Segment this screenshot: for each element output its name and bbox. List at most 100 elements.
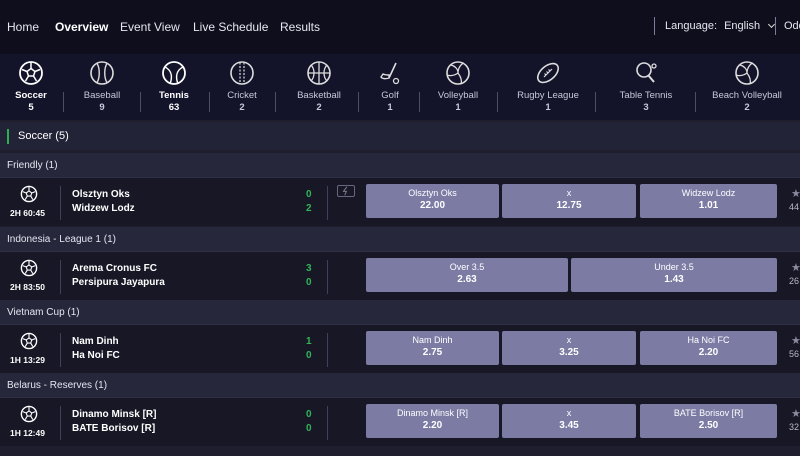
home-team[interactable]: Dinamo Minsk [R] bbox=[72, 409, 156, 420]
home-team[interactable]: Arema Cronus FC bbox=[72, 263, 157, 274]
favorite-star-icon[interactable]: ★ bbox=[791, 187, 800, 200]
nav-event-view[interactable]: Event View bbox=[120, 20, 180, 34]
match-row: 2H 83:50 Arema Cronus FC Persipura Jayap… bbox=[0, 251, 800, 300]
sport-tab-volleyball[interactable]: Volleyball 1 bbox=[433, 54, 483, 120]
odds-button[interactable]: Olsztyn Oks 22.00 bbox=[366, 184, 499, 218]
away-team[interactable]: Ha Noi FC bbox=[72, 350, 120, 361]
divider bbox=[60, 186, 61, 220]
odds-label: x bbox=[566, 188, 572, 198]
divider bbox=[497, 92, 498, 112]
league-name: Belarus - Reserves (1) bbox=[7, 380, 108, 391]
league-header[interactable]: Vietnam Cup (1) bbox=[0, 300, 800, 324]
live-stream-icon[interactable] bbox=[337, 185, 355, 197]
favorite-star-icon[interactable]: ★ bbox=[791, 261, 800, 274]
match-row: 1H 12:49 Dinamo Minsk [R] BATE Borisov [… bbox=[0, 397, 800, 446]
language-value: English bbox=[724, 20, 761, 32]
sport-tab-basketball[interactable]: Basketball 2 bbox=[294, 54, 344, 120]
sport-tab-golf[interactable]: Golf 1 bbox=[374, 54, 406, 120]
match-row: 2H 60:45 Olsztyn Oks Widzew Lodz 0 2 Ols… bbox=[0, 177, 800, 226]
sport-count: 1 bbox=[545, 102, 551, 113]
away-team[interactable]: Widzew Lodz bbox=[72, 203, 135, 214]
match-clock: 1H 13:29 bbox=[10, 355, 45, 365]
odds-label: Nam Dinh bbox=[412, 335, 453, 345]
odds-button[interactable]: Nam Dinh 2.75 bbox=[366, 331, 499, 365]
odds-button[interactable]: x 3.25 bbox=[502, 331, 636, 365]
more-markets-count[interactable]: 32 bbox=[789, 422, 799, 432]
odds-button[interactable]: BATE Borisov [R] 2.50 bbox=[640, 404, 777, 438]
sport-tab-soccer[interactable]: Soccer 5 bbox=[12, 54, 50, 120]
sport-count: 2 bbox=[239, 102, 245, 113]
odds-button[interactable]: Under 3.5 1.43 bbox=[571, 258, 777, 292]
nav-results[interactable]: Results bbox=[280, 20, 320, 34]
soccer-ball-icon bbox=[20, 405, 38, 423]
baseball-icon bbox=[90, 61, 114, 85]
beach-volleyball-icon bbox=[735, 61, 759, 85]
away-team[interactable]: Persipura Jayapura bbox=[72, 277, 165, 288]
rugby-ball-icon bbox=[536, 62, 560, 84]
sport-tab-beach-volleyball[interactable]: Beach Volleyball 2 bbox=[707, 54, 787, 120]
sport-name: Table Tennis bbox=[619, 90, 673, 101]
nav-divider bbox=[775, 17, 776, 35]
sport-tab-cricket[interactable]: Cricket 2 bbox=[222, 54, 262, 120]
league-header[interactable]: Friendly (1) bbox=[0, 153, 800, 177]
language-selector[interactable]: Language: English bbox=[665, 20, 776, 32]
cricket-ball-icon bbox=[230, 61, 254, 85]
odds-button[interactable]: x 12.75 bbox=[502, 184, 636, 218]
odds-button[interactable]: x 3.45 bbox=[502, 404, 636, 438]
volleyball-icon bbox=[446, 61, 470, 85]
divider bbox=[60, 260, 61, 294]
odds-label: Widzew Lodz bbox=[681, 188, 736, 198]
away-score: 0 bbox=[306, 350, 312, 361]
soccer-ball-icon bbox=[20, 185, 38, 203]
away-team[interactable]: BATE Borisov [R] bbox=[72, 423, 155, 434]
more-markets-count[interactable]: 56 bbox=[789, 349, 799, 359]
sport-count: 3 bbox=[643, 102, 649, 113]
league-header[interactable]: Indonesia - League 1 (1) bbox=[0, 227, 800, 251]
match-clock: 1H 12:49 bbox=[10, 428, 45, 438]
divider bbox=[63, 92, 64, 112]
odds-label: BATE Borisov [R] bbox=[673, 408, 744, 418]
nav-home[interactable]: Home bbox=[7, 20, 39, 34]
soccer-ball-icon bbox=[20, 259, 38, 277]
sport-count: 5 bbox=[28, 102, 34, 113]
odds-value: 1.01 bbox=[698, 200, 719, 211]
home-team[interactable]: Olsztyn Oks bbox=[72, 189, 130, 200]
more-markets-count[interactable]: 44 bbox=[789, 202, 799, 212]
language-label: Language: bbox=[665, 20, 717, 32]
sport-count: 63 bbox=[168, 102, 180, 113]
favorite-star-icon[interactable]: ★ bbox=[791, 407, 800, 420]
divider bbox=[327, 186, 328, 220]
sport-count: 9 bbox=[99, 102, 105, 113]
odds-value: 2.20 bbox=[698, 347, 719, 358]
sport-tab-rugby-league[interactable]: Rugby League 1 bbox=[515, 54, 581, 120]
sport-tab-table-tennis[interactable]: Table Tennis 3 bbox=[616, 54, 676, 120]
nav-overview[interactable]: Overview bbox=[55, 20, 108, 34]
section-header-soccer[interactable]: Soccer (5) bbox=[0, 122, 800, 150]
divider bbox=[209, 92, 210, 112]
odds-format-selector[interactable]: Odd bbox=[784, 20, 800, 32]
odds-value: 2.63 bbox=[457, 274, 477, 285]
odds-button[interactable]: Ha Noi FC 2.20 bbox=[640, 331, 777, 365]
league-header[interactable]: Belarus - Reserves (1) bbox=[0, 373, 800, 397]
divider bbox=[60, 406, 61, 440]
sport-name: Beach Volleyball bbox=[712, 90, 782, 101]
odds-button[interactable]: Over 3.5 2.63 bbox=[366, 258, 568, 292]
sport-tab-baseball[interactable]: Baseball 9 bbox=[78, 54, 126, 120]
section-accent-bar bbox=[7, 129, 9, 144]
sport-name: Rugby League bbox=[517, 90, 579, 101]
odds-button[interactable]: Widzew Lodz 1.01 bbox=[640, 184, 777, 218]
nav-live-schedule[interactable]: Live Schedule bbox=[193, 20, 268, 34]
odds-button[interactable]: Dinamo Minsk [R] 2.20 bbox=[366, 404, 499, 438]
more-markets-count[interactable]: 26 bbox=[789, 276, 799, 286]
match-clock: 2H 60:45 bbox=[10, 208, 45, 218]
away-score: 0 bbox=[306, 277, 312, 288]
sport-name: Golf bbox=[381, 90, 399, 101]
odds-label: Over 3.5 bbox=[449, 262, 485, 272]
golf-club-icon bbox=[380, 62, 400, 85]
basketball-icon bbox=[307, 61, 331, 85]
sport-bar: Soccer 5 Baseball 9 Tennis 63 Cricket 2 … bbox=[0, 54, 800, 120]
sport-tab-tennis[interactable]: Tennis 63 bbox=[154, 54, 194, 120]
favorite-star-icon[interactable]: ★ bbox=[791, 334, 800, 347]
home-team[interactable]: Nam Dinh bbox=[72, 336, 119, 347]
divider bbox=[695, 92, 696, 112]
